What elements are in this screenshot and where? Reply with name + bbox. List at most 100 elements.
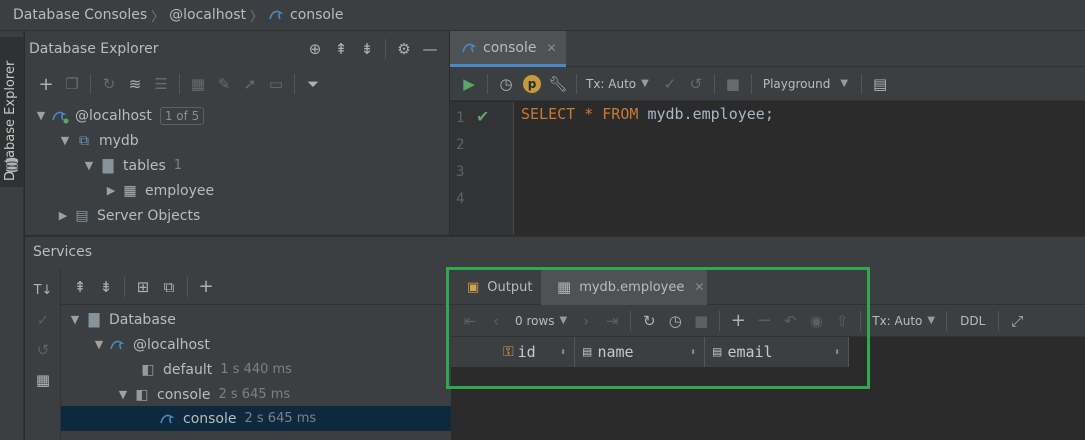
chevron-down-icon[interactable]: ▼ [33, 109, 49, 122]
explorer-toolbar: + ❐ ↻ ≋ ☰ ▦ ✎ ➚ ▭ ⏷ [25, 67, 449, 101]
folder-icon: ▇ [102, 157, 114, 174]
panel-title: Database Explorer [29, 41, 159, 57]
tab-console[interactable]: console ✕ [450, 31, 566, 67]
edit-icon[interactable]: ✎ [211, 71, 237, 97]
database-icon [5, 157, 19, 173]
locate-icon[interactable]: ⊕ [302, 36, 328, 62]
commit-icon[interactable]: ✓ [30, 307, 56, 333]
panel-header: Database Explorer ⊕ ⇞ ⇟ ⚙ — [25, 31, 449, 67]
tree-node-label: employee [145, 182, 215, 199]
schema-icon[interactable]: ≋ [122, 71, 148, 97]
chevron-down-icon[interactable]: ▼ [115, 388, 131, 401]
commit-icon[interactable]: ✓ [657, 71, 683, 97]
output-format-icon[interactable]: ▤ [867, 71, 893, 97]
toolbar-separator [90, 74, 91, 94]
stop-icon[interactable]: ■ [720, 71, 746, 97]
tree-node-host[interactable]: ▼ @localhost [91, 332, 210, 357]
checkmark-icon: ✔ [476, 107, 490, 126]
add-icon[interactable]: + [193, 274, 219, 300]
server-objects-icon: ▤ [75, 207, 89, 224]
table-icon[interactable]: ▦ [185, 71, 211, 97]
toolbar-separator [179, 74, 180, 94]
tree-node-tables[interactable]: ▼ ▇ tables 1 [81, 153, 182, 178]
line-number: 1 [456, 110, 465, 126]
parameters-icon[interactable]: p [519, 71, 545, 97]
elapsed-time: 2 s 645 ms [218, 387, 291, 402]
toolbar-separator [998, 310, 1000, 331]
editor-toolbar: ▶ ◷ p 🔧︎ Tx: Auto ▼ ✓ ↺ ■ Playground ▼ ▤ [450, 67, 1085, 101]
run-icon[interactable]: ▶ [456, 71, 482, 97]
rollback-icon[interactable]: ↺ [30, 337, 56, 363]
expand-all-icon[interactable]: ⇞ [67, 274, 93, 300]
refresh-icon[interactable]: ↻ [96, 71, 122, 97]
new-tab-icon[interactable]: ⧉ [156, 274, 182, 300]
database-stack-icon[interactable]: ☰ [148, 71, 174, 97]
group-by-icon[interactable]: ⊞ [130, 274, 156, 300]
toolbar-separator [750, 73, 752, 94]
tree-node-label: Database [109, 311, 176, 328]
elapsed-time: 1 s 440 ms [220, 362, 292, 377]
collapse-all-icon[interactable]: ⇟ [354, 36, 380, 62]
table-count: 1 [173, 158, 183, 173]
tree-node-server-objects[interactable]: ▶ ▤ Server Objects [55, 203, 200, 228]
line-gutter: 1 2 3 4 ✔ [450, 102, 514, 235]
tree-node-schema[interactable]: ▼ ⧉ mydb [57, 128, 139, 153]
toolbar-separator [946, 310, 948, 331]
code-line-1[interactable]: SELECT * FROM mydb.employee; [521, 105, 774, 123]
copy-icon[interactable]: ❐ [59, 71, 85, 97]
toolbar-separator [576, 73, 577, 94]
breadcrumb-separator: 〉 [249, 9, 263, 25]
breadcrumb-console[interactable]: console [290, 7, 344, 23]
tx-commit-icon[interactable]: T↓ [30, 277, 56, 303]
rollback-icon[interactable]: ↺ [683, 71, 709, 97]
transaction-mode-dropdown[interactable]: Tx: Auto ▼ [586, 77, 649, 91]
schema-icon: ⧉ [79, 132, 89, 149]
expand-all-icon[interactable]: ⇞ [328, 36, 354, 62]
panel-title: Services [33, 244, 93, 260]
line-number: 4 [456, 191, 465, 207]
ddl-button[interactable]: DDL [960, 314, 985, 328]
chevron-down-icon[interactable]: ▼ [67, 313, 83, 326]
layout-icon[interactable]: ▦ [30, 367, 56, 393]
tool-window-stripe: Database Explorer [0, 31, 24, 440]
database-explorer-panel: Database Explorer ⊕ ⇞ ⇟ ⚙ — + ❐ ↻ ≋ ☰ ▦ … [25, 31, 449, 235]
tree-node-default[interactable]: ◧ default 1 s 440 ms [137, 357, 292, 382]
hide-icon[interactable]: — [417, 36, 443, 62]
history-icon[interactable]: ◷ [493, 71, 519, 97]
tree-node-database[interactable]: ▼ ▇ Database [67, 307, 176, 332]
chevron-right-icon[interactable]: ▶ [55, 209, 71, 222]
breadcrumb: Database Consoles 〉 @localhost 〉 console [0, 0, 1085, 31]
jump-icon[interactable]: ➚ [237, 71, 263, 97]
tree-node-employee[interactable]: ▶ ▦ employee [103, 178, 214, 203]
breadcrumb-root[interactable]: Database Consoles [13, 7, 147, 23]
sql-keyword: SELECT [521, 105, 576, 123]
transaction-mode-label: Tx: Auto [586, 76, 637, 91]
services-vertical-toolbar: T↓ ✓ ↺ ▦ [25, 269, 61, 440]
services-tree: ▼ ▇ Database ▼ @localhost ◧ default 1 s … [61, 305, 451, 440]
sql-star: * [584, 105, 594, 123]
chevron-right-icon[interactable]: ▶ [103, 184, 119, 197]
session-dropdown[interactable]: Playground ▼ [763, 77, 848, 91]
add-icon[interactable]: + [33, 71, 59, 97]
line-number: 2 [456, 137, 465, 153]
sql-keyword: FROM [602, 105, 639, 123]
expand-icon[interactable]: ⤢ [1004, 308, 1030, 334]
filter-icon[interactable]: ⏷ [300, 71, 326, 97]
tree-node-console-group[interactable]: ▼ ◧ console 2 s 645 ms [115, 382, 290, 407]
breadcrumb-separator: 〉 [151, 9, 165, 25]
tree-node-label: mydb [99, 132, 139, 149]
tree-node-console-item[interactable]: console 2 s 645 ms [157, 406, 316, 431]
transaction-mode-dropdown[interactable]: Tx: Auto ▼ [872, 314, 935, 328]
close-icon[interactable]: ✕ [547, 41, 557, 55]
collapse-all-icon[interactable]: ⇟ [93, 274, 119, 300]
toolbar-separator [294, 74, 295, 94]
count-badge[interactable]: 1 of 5 [159, 106, 205, 125]
wrench-icon[interactable]: 🔧︎ [545, 71, 571, 97]
ql-console-icon[interactable]: ▭ [263, 71, 289, 97]
tree-node-host[interactable]: ▼ @localhost 1 of 5 [33, 103, 205, 128]
chevron-down-icon[interactable]: ▼ [91, 338, 107, 351]
chevron-down-icon[interactable]: ▼ [81, 159, 97, 172]
chevron-down-icon[interactable]: ▼ [57, 134, 73, 147]
breadcrumb-host[interactable]: @localhost [169, 7, 246, 23]
gear-icon[interactable]: ⚙ [391, 36, 417, 62]
